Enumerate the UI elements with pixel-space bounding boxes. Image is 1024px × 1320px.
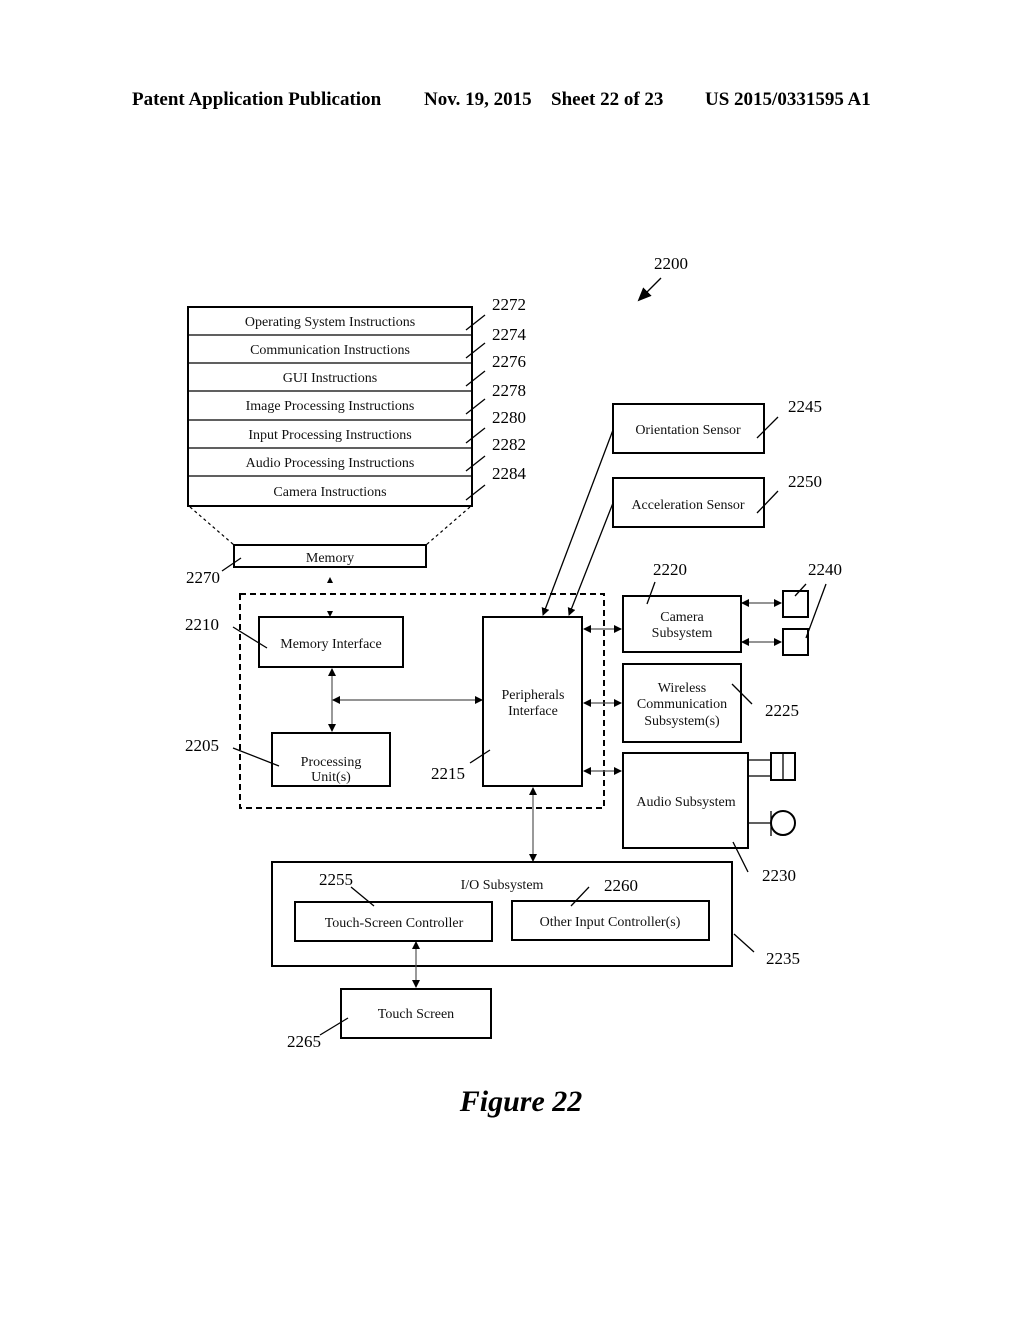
memory-interface-label: Memory Interface bbox=[280, 637, 381, 652]
ref-2235: 2235 bbox=[766, 949, 800, 968]
audio-subsystem-label: Audio Subsystem bbox=[636, 795, 735, 810]
wireless-subsystem-label-2: Communication bbox=[637, 697, 727, 712]
peripherals-interface-label-2: Interface bbox=[508, 704, 558, 719]
ref-2250: 2250 bbox=[788, 472, 822, 491]
ref-2276: 2276 bbox=[492, 352, 526, 371]
figure-ref-label: 2200 bbox=[654, 254, 688, 273]
orientation-sensor-label: Orientation Sensor bbox=[635, 423, 741, 438]
peripherals-interface-block: Peripherals Interface 2215 bbox=[431, 616, 583, 787]
stack-item-gui: GUI Instructions bbox=[283, 371, 378, 386]
stack-item-os: Operating System Instructions bbox=[245, 315, 415, 330]
ref-2205: 2205 bbox=[185, 736, 219, 755]
camera-subsystem-label-2: Subsystem bbox=[652, 626, 713, 641]
block-diagram: 2200 Operating System Instructions Commu… bbox=[185, 254, 842, 1118]
memory-interface-block: Memory Interface 2210 bbox=[185, 615, 404, 668]
memory-instruction-stack: Operating System Instructions Communicat… bbox=[187, 295, 527, 507]
wireless-subsystem-block: Wireless Communication Subsystem(s) 2225 bbox=[622, 663, 799, 743]
ref-2260: 2260 bbox=[604, 876, 638, 895]
acceleration-sensor-label: Acceleration Sensor bbox=[631, 498, 744, 513]
stack-item-image-processing: Image Processing Instructions bbox=[246, 399, 415, 414]
memory-label: Memory bbox=[306, 551, 354, 566]
figure-caption: Figure 22 bbox=[459, 1085, 583, 1118]
ref-2284: 2284 bbox=[492, 464, 527, 483]
touch-screen-label: Touch Screen bbox=[378, 1007, 454, 1022]
wireless-subsystem-label-3: Subsystem(s) bbox=[644, 714, 720, 729]
stack-item-input-processing: Input Processing Instructions bbox=[248, 428, 411, 443]
stack-item-camera: Camera Instructions bbox=[273, 485, 386, 500]
processing-unit-label-2: Unit(s) bbox=[311, 770, 351, 785]
ref-2265: 2265 bbox=[287, 1032, 321, 1051]
ref-2255: 2255 bbox=[319, 870, 353, 889]
camera-subsystem-label-1: Camera bbox=[660, 610, 704, 625]
touch-screen-controller-label: Touch-Screen Controller bbox=[325, 916, 464, 931]
other-input-controllers-label: Other Input Controller(s) bbox=[540, 915, 681, 930]
ref-2245: 2245 bbox=[788, 397, 822, 416]
processing-unit-block: Processing Unit(s) 2205 bbox=[185, 732, 391, 787]
acceleration-sensor-block: Acceleration Sensor 2250 bbox=[612, 472, 822, 528]
figure-ref-arrow bbox=[637, 277, 662, 302]
io-subsystem-label: I/O Subsystem bbox=[461, 878, 544, 893]
ref-2240: 2240 bbox=[808, 560, 842, 579]
processing-unit-label-1: Processing bbox=[301, 755, 362, 770]
peripherals-interface-label-1: Peripherals bbox=[502, 688, 565, 703]
camera-subsystem-block: Camera Subsystem 2220 bbox=[622, 560, 742, 653]
ref-2230: 2230 bbox=[762, 866, 796, 885]
ref-2272: 2272 bbox=[492, 295, 526, 314]
microphone-icon bbox=[748, 810, 796, 836]
speaker-icon bbox=[748, 752, 796, 781]
ref-2210: 2210 bbox=[185, 615, 219, 634]
ref-2282: 2282 bbox=[492, 435, 526, 454]
ref-2225: 2225 bbox=[765, 701, 799, 720]
ref-2278: 2278 bbox=[492, 381, 526, 400]
orientation-sensor-block: Orientation Sensor 2245 bbox=[612, 397, 822, 454]
ref-2280: 2280 bbox=[492, 408, 526, 427]
touch-screen-block: Touch Screen 2265 bbox=[287, 988, 492, 1051]
memory-block: Memory 2270 bbox=[186, 544, 427, 587]
wireless-subsystem-label-1: Wireless bbox=[658, 681, 706, 696]
stack-item-audio-processing: Audio Processing Instructions bbox=[246, 456, 415, 471]
ref-2274: 2274 bbox=[492, 325, 527, 344]
stack-item-communication: Communication Instructions bbox=[250, 343, 410, 358]
ref-2270: 2270 bbox=[186, 568, 220, 587]
ref-2215: 2215 bbox=[431, 764, 465, 783]
optical-sensors: 2240 bbox=[741, 560, 842, 656]
ref-2220: 2220 bbox=[653, 560, 687, 579]
